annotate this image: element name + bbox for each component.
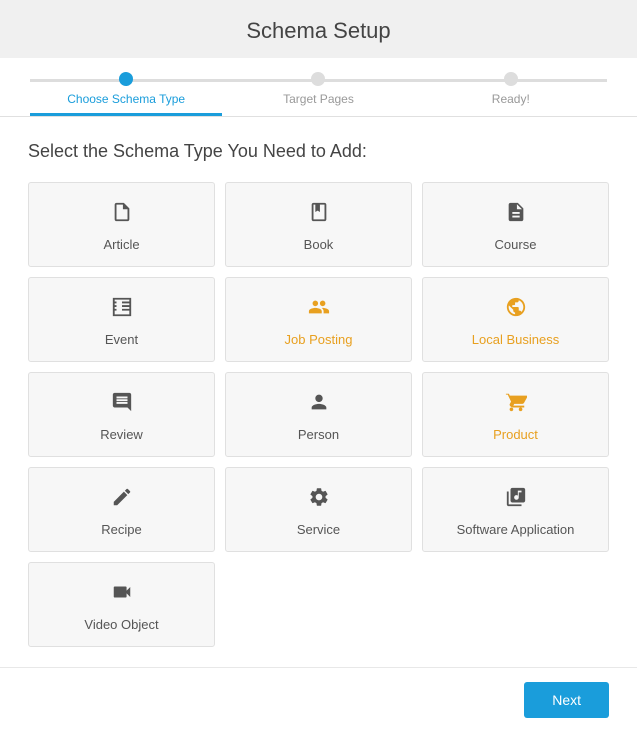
schema-label-review: Review [100,427,143,442]
step-dot-ready [504,72,518,86]
course-icon [505,201,527,229]
steps-row: Choose Schema Type Target Pages Ready! [30,72,607,116]
schema-item-article[interactable]: Article [28,182,215,267]
next-button[interactable]: Next [524,682,609,718]
schema-item-job-posting[interactable]: Job Posting [225,277,412,362]
schema-item-product[interactable]: Product [422,372,609,457]
schema-item-video-object[interactable]: Video Object [28,562,215,647]
footer: Next [0,667,637,732]
step-ready[interactable]: Ready! [415,72,607,116]
video-object-icon [111,581,133,609]
schema-item-person[interactable]: Person [225,372,412,457]
service-icon [308,486,330,514]
event-icon [111,296,133,324]
step-dot-choose [119,72,133,86]
step-dot-target [311,72,325,86]
person-icon [308,391,330,419]
local-business-icon [505,296,527,324]
schema-item-course[interactable]: Course [422,182,609,267]
section-title: Select the Schema Type You Need to Add: [28,141,609,162]
recipe-icon [111,486,133,514]
schema-label-article: Article [103,237,139,252]
schema-label-software-application: Software Application [457,522,575,537]
product-icon [505,391,527,419]
schema-item-local-business[interactable]: Local Business [422,277,609,362]
steps-bar: Choose Schema Type Target Pages Ready! [0,58,637,117]
schema-label-video-object: Video Object [84,617,158,632]
software-application-icon [505,486,527,514]
schema-label-person: Person [298,427,339,442]
step-label-target: Target Pages [283,92,354,106]
page-title: Schema Setup [0,18,637,44]
header: Schema Setup [0,0,637,58]
schema-item-book[interactable]: Book [225,182,412,267]
step-label-ready: Ready! [492,92,530,106]
schema-label-local-business: Local Business [472,332,559,347]
schema-label-service: Service [297,522,340,537]
step-target-pages[interactable]: Target Pages [222,72,414,116]
schema-item-service[interactable]: Service [225,467,412,552]
book-icon [308,201,330,229]
schema-grid: Article Book Course Event Job Posting Local B… [28,182,609,647]
schema-label-product: Product [493,427,538,442]
main-content: Select the Schema Type You Need to Add: … [0,117,637,667]
page-wrapper: Schema Setup Choose Schema Type Target P… [0,0,637,732]
schema-label-course: Course [495,237,537,252]
schema-item-event[interactable]: Event [28,277,215,362]
schema-label-recipe: Recipe [101,522,141,537]
schema-label-book: Book [304,237,334,252]
schema-item-recipe[interactable]: Recipe [28,467,215,552]
schema-label-job-posting: Job Posting [285,332,353,347]
step-choose-schema-type[interactable]: Choose Schema Type [30,72,222,116]
schema-label-event: Event [105,332,138,347]
schema-item-software-application[interactable]: Software Application [422,467,609,552]
schema-item-review[interactable]: Review [28,372,215,457]
job-posting-icon [308,296,330,324]
step-label-choose: Choose Schema Type [67,92,185,106]
article-icon [111,201,133,229]
review-icon [111,391,133,419]
